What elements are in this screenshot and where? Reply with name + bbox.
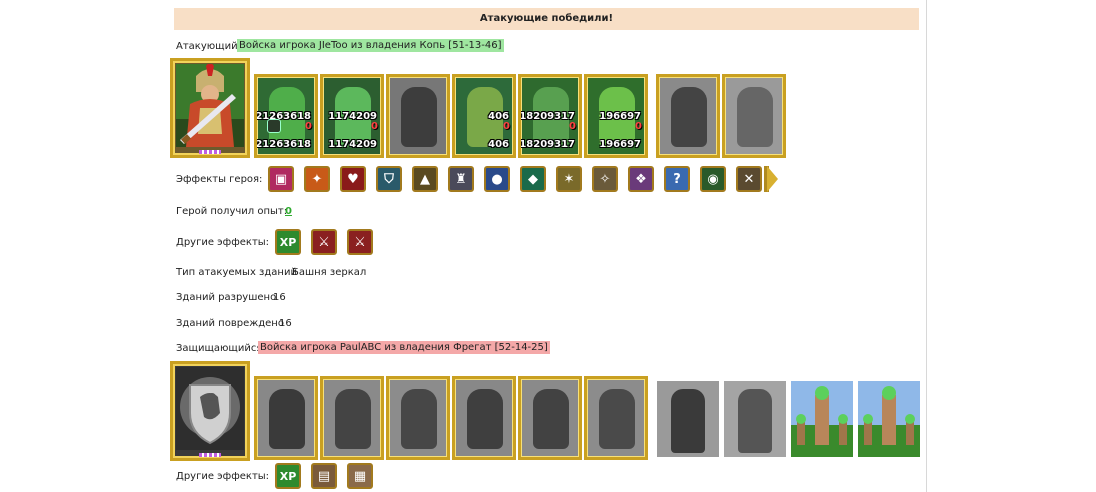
unit-remaining: 196697: [599, 139, 641, 150]
destroyed-value: 16: [273, 292, 286, 303]
defender-unit-slot[interactable]: [657, 381, 719, 457]
target-buildings-label: Тип атакуемых зданий: [176, 267, 297, 278]
destroyed-label: Зданий разрушено: [176, 292, 277, 303]
unit-lost: 0: [635, 121, 642, 132]
fire-scroll-icon[interactable]: ✦: [304, 166, 330, 192]
griffin-rider-icon: [467, 389, 503, 449]
amulet-icon[interactable]: ◆: [520, 166, 546, 192]
page-divider: [926, 0, 927, 492]
unit-remaining: 21263618: [255, 139, 311, 150]
wings-icon[interactable]: ❖: [628, 166, 654, 192]
xp-icon[interactable]: XP: [275, 229, 301, 255]
hero-effects-label: Эффекты героя:: [176, 174, 263, 185]
chest-icon[interactable]: ▣: [268, 166, 294, 192]
dark-knight-icon: [401, 87, 437, 147]
xp-icon[interactable]: XP: [275, 463, 301, 489]
defender-unit-slot[interactable]: [452, 376, 516, 460]
attacker-unit-slot[interactable]: [722, 74, 786, 158]
mirror-tower-icon: [858, 381, 920, 457]
star-rune-icon[interactable]: ✶: [556, 166, 582, 192]
hero-knight-image: [176, 63, 244, 147]
defender-unit-slot[interactable]: [584, 376, 648, 460]
sword-arm-icon[interactable]: ✕: [736, 166, 762, 192]
shield-icon[interactable]: ⛉: [376, 166, 402, 192]
attacker-unit-slot[interactable]: [386, 74, 450, 158]
unit-lost: 0: [305, 121, 312, 132]
attacker-unit-slot[interactable]: 196697 0 196697: [584, 74, 648, 158]
sword-heart-icon-2[interactable]: ⚔: [347, 229, 373, 255]
xp-text: XP: [279, 469, 297, 483]
experience-label: Герой получил опыт:: [176, 206, 288, 217]
question-icon[interactable]: ?: [664, 166, 690, 192]
armor-icon[interactable]: ♜: [448, 166, 474, 192]
unit-remaining: 18209317: [519, 139, 575, 150]
unit-count: 18209317: [519, 111, 575, 122]
defender-tower-slot[interactable]: [791, 381, 853, 457]
attacker-unit-slot[interactable]: 18209317 0 18209317: [518, 74, 582, 158]
unit-remaining: 406: [488, 139, 509, 150]
heart-icon[interactable]: ♥: [340, 166, 366, 192]
defender-label: Защищающийся: [176, 343, 263, 354]
unit-lost: 0: [503, 121, 510, 132]
old-sage-icon: [737, 87, 773, 147]
attacker-unit-slot[interactable]: [656, 74, 720, 158]
hooded-monk-icon: [671, 87, 707, 147]
armored-knight-icon: [269, 389, 305, 449]
experience-value[interactable]: 0: [285, 206, 292, 217]
unit-lost: 0: [569, 121, 576, 132]
cavalry-icon: [401, 389, 437, 449]
eye-icon[interactable]: ◉: [700, 166, 726, 192]
battle-result-banner: Атакующие победили!: [174, 8, 919, 30]
hooded-priest-icon: [599, 389, 635, 449]
crossbowman-icon: [533, 389, 569, 449]
defender-other-effects-label: Другие эффекты:: [176, 471, 270, 482]
defender-unit-slot[interactable]: [518, 376, 582, 460]
attacker-army-link[interactable]: Войска игрока JIeToo из владения Копь [5…: [237, 39, 504, 52]
unit-shield-icon: [267, 119, 281, 133]
wraith-icon: [738, 389, 772, 453]
attacker-label: Атакующий: [176, 41, 238, 52]
helmet-icon[interactable]: ▲: [412, 166, 438, 192]
attacker-other-effects-label: Другие эффекты:: [176, 237, 270, 248]
defender-unit-slot[interactable]: [254, 376, 318, 460]
damaged-label: Зданий повреждено: [176, 318, 284, 329]
halberdier-icon: [335, 389, 371, 449]
defender-unit-slot[interactable]: [724, 381, 786, 457]
arrow-right-icon[interactable]: [767, 166, 778, 192]
attacker-hero-portrait[interactable]: [170, 58, 250, 158]
unit-remaining: 1174209: [328, 139, 377, 150]
unit-count: 1174209: [328, 111, 377, 122]
attacker-unit-slot[interactable]: 21263618 0 21263618: [254, 74, 318, 158]
hero-level-dots: [199, 453, 221, 457]
target-buildings-value: Башня зеркал: [292, 267, 367, 278]
damaged-value: 16: [279, 318, 292, 329]
attacker-unit-slot[interactable]: 1174209 0 1174209: [320, 74, 384, 158]
defender-army-link[interactable]: Войска игрока PaulABC из владения Фрегат…: [258, 341, 550, 354]
sword-heart-icon[interactable]: ⚔: [311, 229, 337, 255]
xp-text: XP: [279, 235, 297, 249]
defender-hero-portrait[interactable]: [170, 361, 250, 461]
lion-shield-emblem-icon: [176, 367, 244, 450]
book-icon[interactable]: ▤: [311, 463, 337, 489]
gauntlet-icon[interactable]: ✧: [592, 166, 618, 192]
attacker-unit-slot[interactable]: 406 0 406: [452, 74, 516, 158]
hero-level-dots: [199, 150, 221, 154]
barbarian-icon: [671, 389, 705, 453]
unit-count: 21263618: [255, 111, 311, 122]
boots-icon[interactable]: ●: [484, 166, 510, 192]
defender-unit-slot[interactable]: [320, 376, 384, 460]
defender-tower-slot[interactable]: [858, 381, 920, 457]
wall-icon[interactable]: ▦: [347, 463, 373, 489]
unit-lost: 0: [371, 121, 378, 132]
defender-unit-slot[interactable]: [386, 376, 450, 460]
mirror-tower-icon: [791, 381, 853, 457]
